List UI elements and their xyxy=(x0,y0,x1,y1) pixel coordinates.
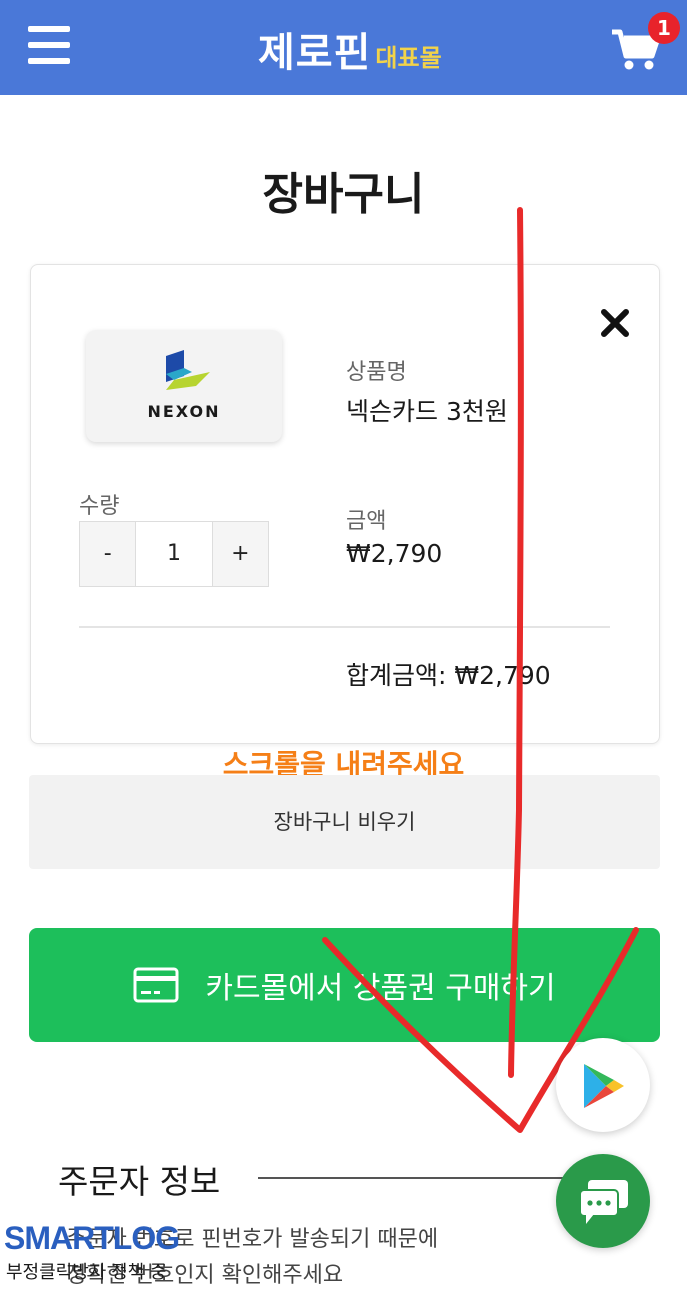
smartlog-watermark: SMARTLOG xyxy=(4,1220,180,1256)
empty-cart-button[interactable]: 장바구니 비우기 xyxy=(29,775,660,869)
brand-subtitle: 대표몰 xyxy=(375,44,442,72)
amount-label: 금액 xyxy=(346,509,387,534)
quantity-input[interactable]: 1 xyxy=(136,521,212,587)
quantity-label: 수량 xyxy=(79,494,120,519)
play-store-icon xyxy=(584,1064,624,1108)
brand-name: 제로핀 xyxy=(258,30,372,76)
chat-button[interactable] xyxy=(556,1154,650,1248)
product-image: NEXON xyxy=(86,330,282,442)
orderer-section-title: 주문자 정보 xyxy=(58,1162,221,1201)
quantity-decrease-button[interactable]: - xyxy=(79,521,137,587)
top-app-bar: 제로핀 대표몰 1 xyxy=(0,0,687,95)
watermark-caption: 부정클릭방지 정책 중 xyxy=(6,1262,167,1283)
credit-card-icon xyxy=(133,967,179,1003)
quantity-increase-button[interactable]: + xyxy=(211,521,269,587)
quantity-stepper: - 1 + xyxy=(79,521,269,587)
total-amount: 합계금액: ₩2,790 xyxy=(346,661,551,690)
product-brand-text: NEXON xyxy=(147,402,221,421)
product-name-label: 상품명 xyxy=(346,360,407,385)
buy-button-label: 카드몰에서 상품권 구매하기 xyxy=(205,971,556,1006)
play-store-button[interactable] xyxy=(556,1038,650,1132)
chat-icon xyxy=(579,1180,628,1224)
menu-icon[interactable] xyxy=(28,26,72,64)
buy-with-cardmall-button[interactable]: 카드몰에서 상품권 구매하기 xyxy=(29,928,660,1042)
cart-count-badge: 1 xyxy=(648,12,680,44)
page-title: 장바구니 xyxy=(262,169,425,220)
close-icon[interactable] xyxy=(600,308,630,338)
amount-value: ₩2,790 xyxy=(346,539,443,568)
section-divider xyxy=(258,1177,598,1179)
card-divider xyxy=(79,626,610,628)
product-name: 넥슨카드 3천원 xyxy=(346,397,508,426)
brand-logo[interactable]: 제로핀 대표몰 xyxy=(258,18,442,78)
